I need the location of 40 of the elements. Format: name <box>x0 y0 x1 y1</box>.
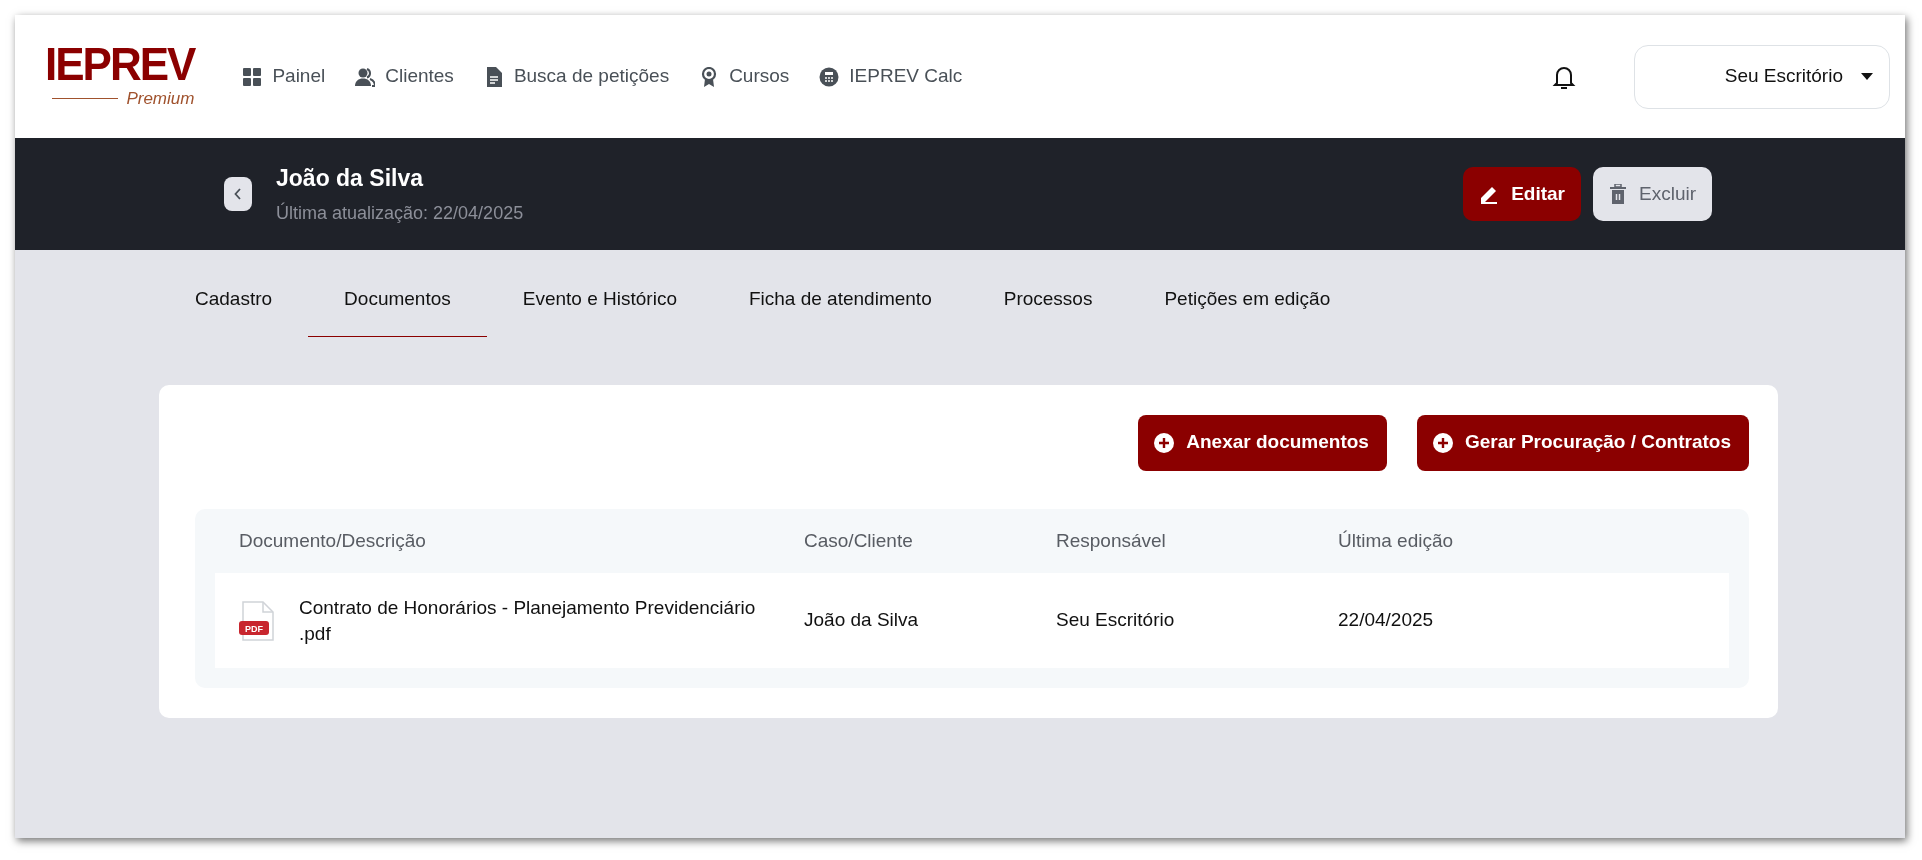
caret-icon <box>1861 73 1873 80</box>
tab[interactable]: Petições em edição <box>1128 265 1367 337</box>
nav-link[interactable]: Cursos <box>699 62 790 91</box>
chevron-left-icon <box>234 188 242 200</box>
document-row[interactable]: PDF Contrato de Honorários - Planejamento Previdenciário .pdf João da Silva Seu Escritório 22/04/2025 <box>215 573 1729 669</box>
client-name: João da Silva <box>276 164 425 194</box>
nav-link[interactable]: Painel <box>242 62 326 91</box>
plus-circle-icon <box>1432 432 1453 453</box>
edit-button[interactable]: Editar <box>1463 167 1581 221</box>
pencil-icon <box>1479 184 1500 204</box>
table-cell-text: Seu Escritório <box>1056 608 1176 633</box>
users-icon <box>355 66 376 87</box>
logo-title: IEPREV <box>45 40 195 87</box>
column-header: Responsável <box>1056 528 1167 553</box>
grid-icon <box>242 66 263 87</box>
tab[interactable]: Documentos <box>308 265 487 337</box>
nav-link[interactable]: IEPREV Calc <box>819 62 963 91</box>
add-button[interactable]: Anexar documentos <box>1138 414 1387 471</box>
logo-subtitle: Premium <box>45 85 195 112</box>
add-button[interactable]: Gerar Procuração / Contratos <box>1416 414 1749 471</box>
tab[interactable]: Cadastro <box>159 265 309 337</box>
calculator-icon <box>819 66 840 87</box>
tab[interactable]: Evento e Histórico <box>486 265 713 337</box>
nav-link[interactable]: Clientes <box>355 62 454 91</box>
delete-button[interactable]: Excluir <box>1593 167 1712 221</box>
last-updated: Última atualização: 22/04/2025 <box>276 201 524 225</box>
trash-icon <box>1609 184 1627 204</box>
nav-link[interactable]: Busca de petições <box>483 62 670 91</box>
back-button[interactable] <box>224 177 252 211</box>
column-header: Última edição <box>1338 528 1455 553</box>
table-cell-text: João da Silva <box>804 608 920 633</box>
account-dropdown[interactable]: Seu Escritório <box>1634 44 1890 109</box>
column-header: Documento/Descrição <box>239 528 427 553</box>
table-cell-text: 22/04/2025 <box>1338 608 1435 633</box>
document-name: Contrato de Honorários - Planejamento Previdenciário .pdf <box>299 596 757 646</box>
tab[interactable]: Ficha de atendimento <box>712 265 968 337</box>
plus-circle-icon <box>1154 432 1175 453</box>
tab[interactable]: Processos <box>967 265 1129 337</box>
pdf-file-icon: PDF <box>239 600 275 641</box>
column-header: Caso/Cliente <box>804 528 914 553</box>
